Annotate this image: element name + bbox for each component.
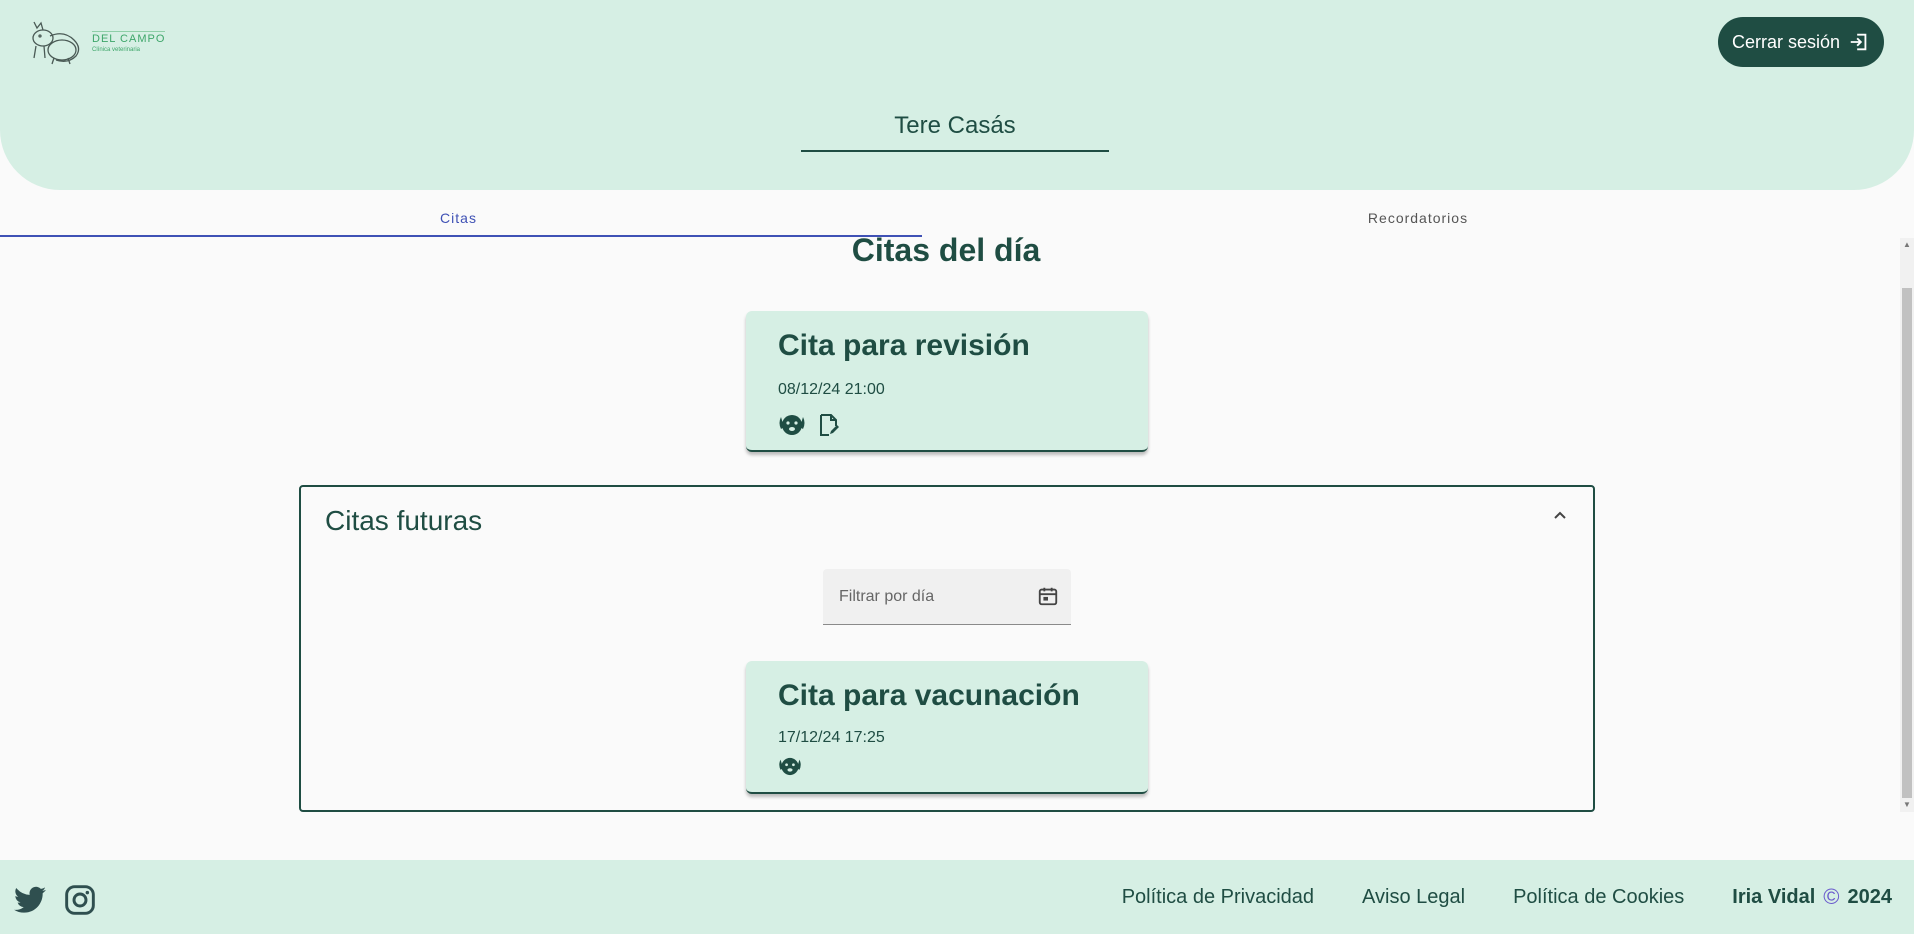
appointment-datetime: 08/12/24 21:00: [778, 381, 885, 398]
header: DEL CAMPO Clínica veterinaria Cerrar ses…: [0, 0, 1914, 190]
logout-label: Cerrar sesión: [1731, 31, 1841, 52]
appointment-title: Cita para revisión: [778, 329, 1030, 362]
author-name: Iria Vidal: [1732, 885, 1816, 908]
footer: Política de Privacidad Aviso Legal Polít…: [0, 860, 1914, 934]
cookies-policy-link[interactable]: Política de Cookies: [1513, 886, 1684, 909]
appointment-card[interactable]: Cita para revisión 08/12/24 21:00: [746, 311, 1148, 452]
appointment-card[interactable]: Cita para vacunación 17/12/24 17:25: [746, 661, 1148, 794]
copyright-credit: Iria Vidal © 2024: [1732, 884, 1892, 910]
scroll-up-icon[interactable]: ▲: [1900, 238, 1914, 252]
scrollbar-thumb[interactable]: [1902, 288, 1912, 798]
dog-icon[interactable]: [778, 757, 802, 776]
twitter-icon[interactable]: [14, 886, 46, 919]
edit-document-icon[interactable]: [818, 413, 840, 437]
logo-subtitle: Clínica veterinaria: [92, 47, 141, 53]
copyright-year: 2024: [1847, 885, 1893, 908]
calendar-icon[interactable]: [1037, 585, 1059, 612]
logout-button[interactable]: Cerrar sesión: [1718, 17, 1884, 67]
collapse-chevron-up-icon[interactable]: [1549, 505, 1571, 527]
appointment-actions: [778, 757, 1116, 776]
animals-logo-icon: [32, 21, 80, 65]
user-name: Tere Casás: [894, 112, 1016, 139]
section-title-future: Citas futuras: [325, 505, 483, 536]
scrollbar[interactable]: ▲ ▼: [1900, 238, 1914, 812]
dog-icon[interactable]: [778, 414, 806, 436]
privacy-policy-link[interactable]: Política de Privacidad: [1122, 886, 1314, 909]
footer-links: Política de Privacidad Aviso Legal Polít…: [1074, 860, 1892, 934]
instagram-icon[interactable]: [64, 884, 96, 921]
appointment-title: Cita para vacunación: [778, 679, 1080, 712]
logo-name: DEL CAMPO: [92, 31, 166, 45]
legal-notice-link[interactable]: Aviso Legal: [1362, 886, 1465, 909]
date-filter-label: Filtrar por día: [839, 588, 935, 605]
section-title-today: Citas del día: [851, 232, 1041, 268]
copyright-symbol: ©: [1823, 884, 1840, 909]
appointment-datetime: 17/12/24 17:25: [778, 729, 885, 746]
date-filter-field[interactable]: Filtrar por día: [823, 569, 1071, 625]
appointment-actions: [778, 413, 1116, 437]
logo-text: DEL CAMPO Clínica veterinaria: [92, 31, 166, 53]
scroll-down-icon[interactable]: ▼: [1900, 798, 1914, 812]
user-name-underline: [801, 150, 1109, 152]
login-arrow-icon: [1850, 33, 1867, 51]
clinic-logo[interactable]: DEL CAMPO Clínica veterinaria: [28, 18, 166, 66]
